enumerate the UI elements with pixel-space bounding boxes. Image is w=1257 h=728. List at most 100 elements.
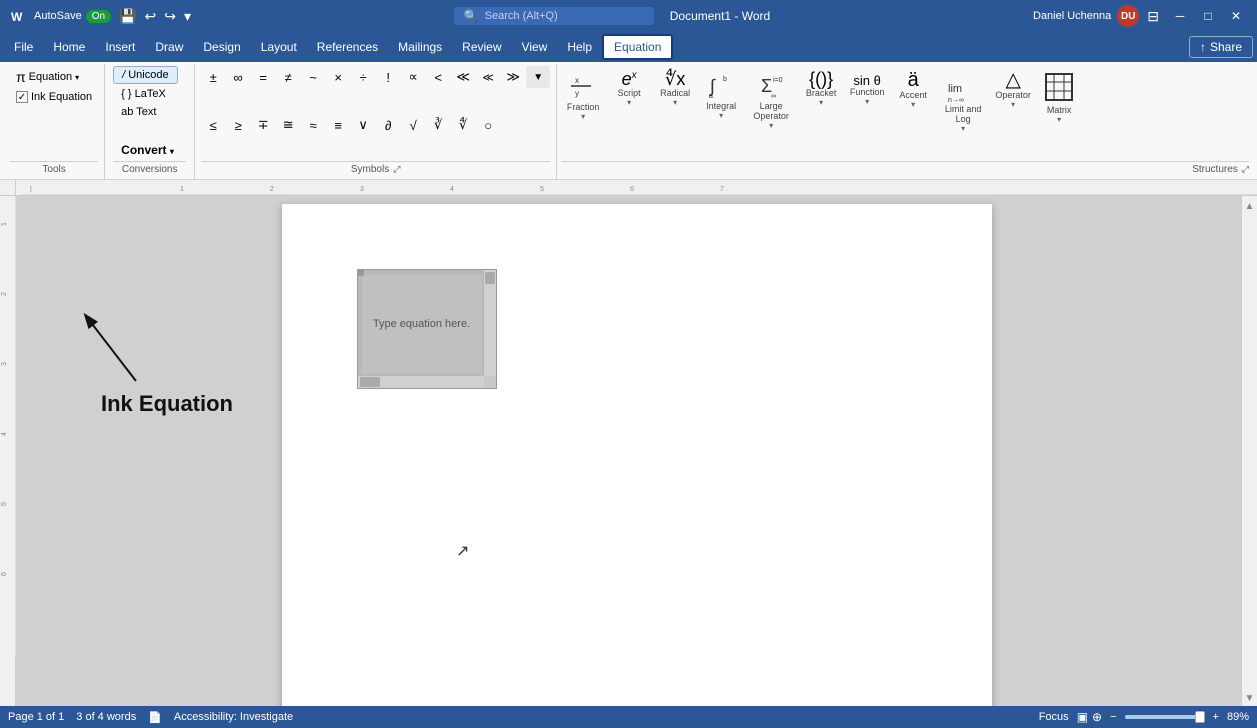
large-operator-button[interactable]: Σi=0∞ LargeOperator ▾ <box>745 66 797 134</box>
sym-vee[interactable]: ∨ <box>351 114 375 136</box>
eq-scrollbar-horizontal[interactable] <box>358 376 484 388</box>
sym-cong[interactable]: ≅ <box>276 114 300 136</box>
sym-cbrt[interactable]: ∛ <box>426 114 450 136</box>
sym-ll2[interactable]: ≪ <box>476 66 500 88</box>
accent-arrow[interactable]: ▾ <box>911 100 915 109</box>
sym-sqrt[interactable]: √ <box>401 114 425 136</box>
sym-plus-minus[interactable]: ± <box>201 66 225 88</box>
limit-log-arrow[interactable]: ▾ <box>961 124 965 133</box>
sym-ge[interactable]: ≥ <box>226 114 250 136</box>
undo-icon[interactable]: ↩ <box>144 8 156 25</box>
autosave-toggle[interactable]: On <box>86 10 111 23</box>
right-scrollbar[interactable]: ▲ ▼ <box>1241 196 1257 706</box>
svg-text:lim: lim <box>948 83 962 95</box>
convert-button[interactable]: Convert ▾ <box>113 141 182 159</box>
sym-exclaim[interactable]: ! <box>376 66 400 88</box>
eq-scrollbar-vertical[interactable] <box>484 270 496 376</box>
minimize-button[interactable]: ─ <box>1167 3 1193 29</box>
menu-item-references[interactable]: References <box>307 36 388 58</box>
limit-log-button[interactable]: limn→∞ Limit andLog ▾ <box>937 66 989 137</box>
menu-item-equation[interactable]: Equation <box>602 34 673 60</box>
svg-text:2: 2 <box>1 292 8 296</box>
equation-input-area[interactable]: Type equation here. <box>362 274 482 374</box>
sym-approx[interactable]: ≈ <box>301 114 325 136</box>
fraction-arrow[interactable]: ▾ <box>581 112 585 121</box>
search-bar[interactable]: 🔍 Search (Alt+Q) <box>454 7 654 25</box>
sym-infinity[interactable]: ∞ <box>226 66 250 88</box>
save-icon[interactable]: 💾 <box>119 8 136 25</box>
sym-qrt[interactable]: ∜ <box>451 114 475 136</box>
zoom-slider[interactable] <box>1125 715 1205 719</box>
sym-blank2 <box>526 114 550 136</box>
sym-equals[interactable]: = <box>251 66 275 88</box>
sym-gg[interactable]: ≫ <box>501 66 525 88</box>
share-button[interactable]: ↑ Share <box>1189 36 1253 58</box>
sym-tilde[interactable]: ~ <box>301 66 325 88</box>
radical-button[interactable]: ∜x Radical ▾ <box>653 66 697 111</box>
integral-arrow[interactable]: ▾ <box>719 111 723 120</box>
sym-div[interactable]: ÷ <box>351 66 375 88</box>
sym-le[interactable]: ≤ <box>201 114 225 136</box>
menu-item-view[interactable]: View <box>512 36 558 58</box>
accent-button[interactable]: ä Accent ▾ <box>891 66 935 113</box>
operator-button[interactable]: △ Operator ▾ <box>991 66 1035 113</box>
web-layout-icon[interactable]: ⊕ <box>1092 710 1102 724</box>
function-arrow[interactable]: ▾ <box>865 97 869 106</box>
sym-equiv[interactable]: ≡ <box>326 114 350 136</box>
matrix-button[interactable]: Matrix ▾ <box>1037 66 1081 128</box>
operator-arrow[interactable]: ▾ <box>1011 100 1015 109</box>
symbols-expand-icon[interactable]: ⤢ <box>393 164 400 175</box>
integral-button[interactable]: ∫ba Integral ▾ <box>699 66 743 124</box>
svg-text:W: W <box>11 10 23 24</box>
latex-button[interactable]: { } LaTeX <box>113 86 174 102</box>
redo-icon[interactable]: ↪ <box>164 8 176 25</box>
close-button[interactable]: ✕ <box>1223 3 1249 29</box>
accessibility-info[interactable]: Accessibility: Investigate <box>174 711 293 723</box>
user-avatar[interactable]: DU <box>1117 5 1139 27</box>
bracket-button[interactable]: {()} Bracket ▾ <box>799 66 843 111</box>
unicode-button[interactable]: / Unicode <box>113 66 177 84</box>
sym-circle[interactable]: ○ <box>476 114 500 136</box>
large-operator-arrow[interactable]: ▾ <box>769 121 773 130</box>
sym-ll[interactable]: ≪ <box>451 66 475 88</box>
equation-dropdown-button[interactable]: π Equation ▾ <box>10 66 98 88</box>
menu-item-mailings[interactable]: Mailings <box>388 36 452 58</box>
menu-item-review[interactable]: Review <box>452 36 511 58</box>
bracket-arrow[interactable]: ▾ <box>819 98 823 107</box>
more-commands-icon[interactable]: ▾ <box>184 8 191 25</box>
svg-text:6: 6 <box>1 572 8 576</box>
sym-times[interactable]: × <box>326 66 350 88</box>
zoom-level[interactable]: 89% <box>1227 711 1249 723</box>
matrix-arrow[interactable]: ▾ <box>1057 115 1061 124</box>
menu-item-design[interactable]: Design <box>193 36 250 58</box>
zoom-out-icon[interactable]: − <box>1110 711 1116 723</box>
menu-item-draw[interactable]: Draw <box>145 36 193 58</box>
sym-minus-plus[interactable]: ∓ <box>251 114 275 136</box>
doc-check-icon[interactable]: 📄 <box>148 711 162 724</box>
menu-item-help[interactable]: Help <box>557 36 602 58</box>
sym-not-equals[interactable]: ≠ <box>276 66 300 88</box>
menu-item-insert[interactable]: Insert <box>95 36 145 58</box>
sym-propto[interactable]: ∝ <box>401 66 425 88</box>
zoom-in-icon[interactable]: + <box>1213 711 1219 723</box>
function-button[interactable]: sin θ Function ▾ <box>845 66 889 110</box>
text-button[interactable]: ab Text <box>113 104 164 120</box>
fraction-button[interactable]: xy Fraction ▾ <box>561 66 605 125</box>
sym-scroll-down[interactable]: ▼ <box>526 66 550 88</box>
ribbon-display-icon[interactable]: ⊟ <box>1147 8 1159 25</box>
radical-arrow[interactable]: ▾ <box>673 98 677 107</box>
menu-item-file[interactable]: File <box>4 36 43 58</box>
title-bar: W AutoSave On 💾 ↩ ↪ ▾ 🔍 Search (Alt+Q) D… <box>0 0 1257 32</box>
script-button[interactable]: ex Script ▾ <box>607 66 651 111</box>
focus-button[interactable]: Focus <box>1039 711 1069 723</box>
structures-expand-icon[interactable]: ⤢ <box>1242 164 1249 175</box>
print-layout-icon[interactable]: ▣ <box>1077 710 1088 724</box>
maximize-button[interactable]: □ <box>1195 3 1221 29</box>
script-arrow[interactable]: ▾ <box>627 98 631 107</box>
menu-item-layout[interactable]: Layout <box>251 36 307 58</box>
sym-partial[interactable]: ∂ <box>376 114 400 136</box>
sym-lt[interactable]: < <box>426 66 450 88</box>
ink-eq-checkbox-icon: ✓ <box>16 91 28 103</box>
menu-item-home[interactable]: Home <box>43 36 95 58</box>
ink-equation-button[interactable]: ✓ Ink Equation <box>10 88 98 106</box>
